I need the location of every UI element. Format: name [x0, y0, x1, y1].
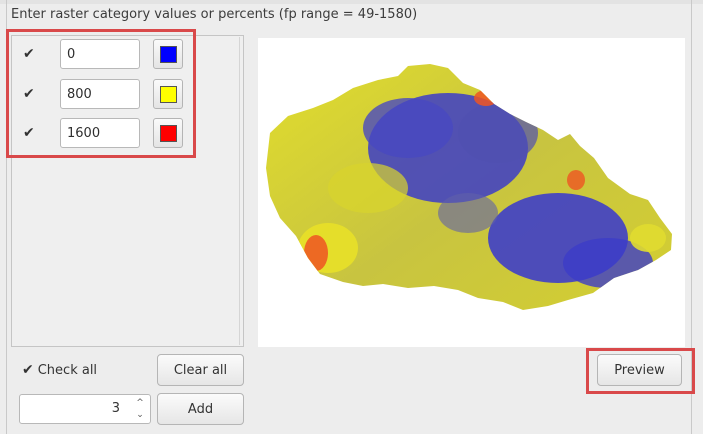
- check-all-checkbox[interactable]: ✔ Check all: [22, 362, 97, 378]
- preview-highlight-annotation: [586, 348, 695, 394]
- add-count-spinbox[interactable]: 3 ^ ⌄: [19, 394, 151, 424]
- preview-canvas: [258, 38, 685, 347]
- add-button[interactable]: Add: [157, 393, 244, 425]
- instruction-label: Enter raster category values or percents…: [11, 7, 418, 22]
- panel-divider: [239, 37, 240, 345]
- check-all-label: Check all: [37, 363, 98, 378]
- clear-all-button[interactable]: Clear all: [157, 354, 244, 386]
- rules-highlight-annotation: [6, 29, 196, 158]
- raster-map-image: [266, 64, 672, 310]
- spin-down-icon[interactable]: ⌄: [134, 409, 146, 421]
- spin-arrows[interactable]: ^ ⌄: [134, 397, 146, 421]
- checkmark-icon: ✔: [22, 362, 34, 378]
- add-count-value: 3: [111, 401, 120, 416]
- spin-up-icon[interactable]: ^: [134, 397, 146, 409]
